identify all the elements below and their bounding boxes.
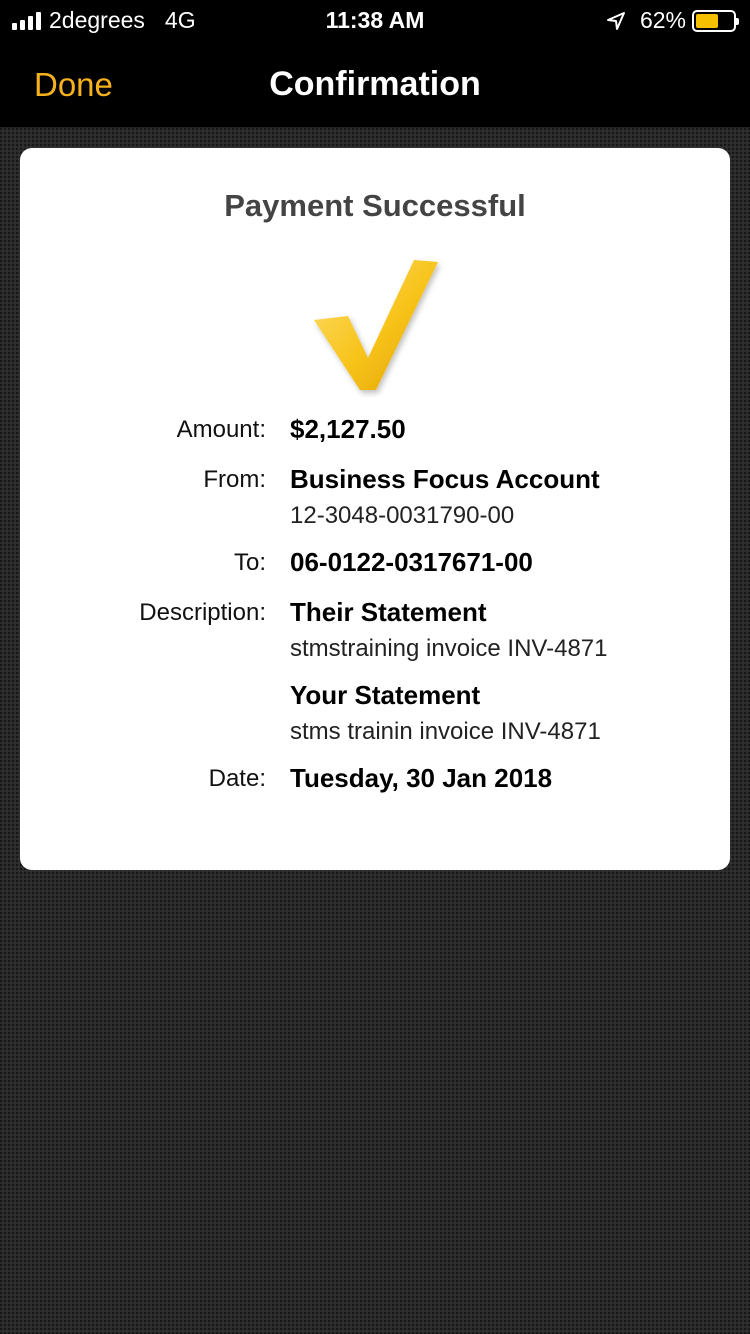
description-label: Description:: [139, 599, 266, 626]
checkmark-icon: [314, 260, 438, 390]
payment-status-title: Payment Successful: [224, 188, 526, 223]
from-account-name: Business Focus Account: [290, 464, 600, 494]
confirmation-card: Payment Successful Amount: $2,127.50 Fro…: [20, 148, 730, 870]
your-statement-title: Your Statement: [290, 680, 481, 710]
amount-label: Amount:: [176, 416, 266, 443]
date-label: Date:: [208, 765, 266, 792]
battery-level-fill: [696, 13, 719, 28]
their-statement-text: stmstraining invoice INV-4871: [290, 635, 608, 662]
to-label: To:: [233, 549, 266, 576]
status-right: 62%: [606, 7, 739, 34]
your-statement-text: stms trainin invoice INV-4871: [290, 718, 601, 745]
from-label: From:: [203, 466, 266, 493]
amount-value: $2,127.50: [290, 414, 406, 444]
status-bar: 2degrees 4G 11:38 AM 62%: [0, 0, 750, 40]
date-value: Tuesday, 30 Jan 2018: [290, 763, 553, 793]
navigation-bar: Done Confirmation: [0, 40, 750, 128]
page-title: Confirmation: [269, 65, 481, 103]
battery-icon: [692, 9, 739, 32]
from-account-number: 12-3048-0031790-00: [290, 502, 515, 529]
to-account-number: 06-0122-0317671-00: [290, 547, 533, 577]
battery-percentage: 62%: [639, 7, 686, 33]
their-statement-title: Their Statement: [290, 597, 487, 627]
location-arrow-icon: [606, 11, 625, 30]
